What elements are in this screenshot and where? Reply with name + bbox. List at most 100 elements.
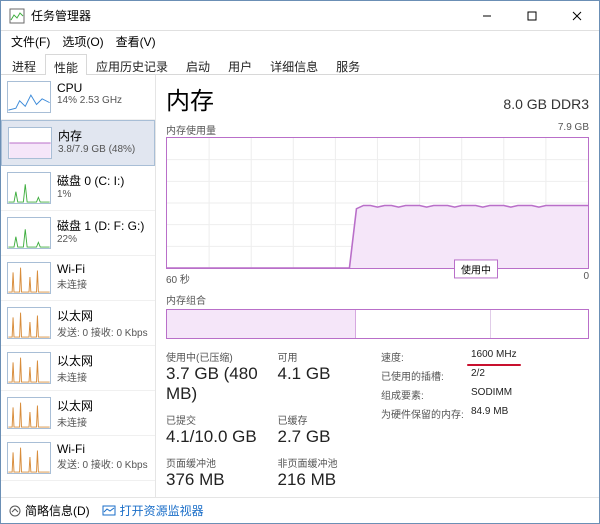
stat-value: 3.7 GB (480 MB) bbox=[166, 364, 270, 404]
tab-2[interactable]: 应用历史记录 bbox=[87, 53, 177, 74]
resource-monitor-label: 打开资源监视器 bbox=[120, 502, 204, 519]
fewer-details-button[interactable]: 简略信息(D) bbox=[9, 502, 90, 519]
tab-3[interactable]: 启动 bbox=[177, 53, 219, 74]
sidebar-item-4[interactable]: Wi-Fi未连接 bbox=[1, 256, 155, 301]
sidebar-item-sub: 未连接 bbox=[57, 414, 149, 429]
close-button[interactable] bbox=[554, 1, 599, 30]
sidebar-item-5[interactable]: 以太网发送: 0 接收: 0 Kbps bbox=[1, 301, 155, 346]
sidebar-thumb bbox=[7, 81, 51, 113]
sidebar-thumb bbox=[7, 307, 51, 339]
sidebar-item-name: 内存 bbox=[58, 127, 148, 144]
stat-row-0: 速度:1600 MHz bbox=[381, 349, 589, 364]
xaxis-left: 60 秒 bbox=[166, 271, 190, 286]
stats-right: 速度:1600 MHz 已使用的插槽:2/2 组成要素:SODIMM 为硬件保留的内存… bbox=[381, 349, 589, 490]
stat-val: 84.9 MB bbox=[471, 406, 508, 421]
window-controls bbox=[464, 1, 599, 30]
stat-label: 可用 bbox=[278, 349, 382, 364]
sidebar-thumb bbox=[7, 442, 51, 474]
main-title-row: 内存 8.0 GB DDR3 bbox=[166, 81, 589, 116]
sidebar-item-sub: 未连接 bbox=[57, 369, 149, 384]
chart-max: 7.9 GB bbox=[558, 122, 589, 137]
stat-row-3: 为硬件保留的内存:84.9 MB bbox=[381, 406, 589, 421]
footer: 简略信息(D) 打开资源监视器 bbox=[1, 497, 599, 523]
tabs: 进程性能应用历史记录启动用户详细信息服务 bbox=[1, 51, 599, 75]
sidebar-item-7[interactable]: 以太网未连接 bbox=[1, 391, 155, 436]
stat-value: 376 MB bbox=[166, 470, 270, 490]
sidebar-thumb bbox=[8, 127, 52, 159]
sidebar-item-8[interactable]: Wi-Fi发送: 0 接收: 0 Kbps bbox=[1, 436, 155, 481]
sidebar-item-name: 以太网 bbox=[57, 397, 149, 414]
memory-spec: 8.0 GB DDR3 bbox=[503, 96, 589, 112]
stat-label: 页面缓冲池 bbox=[166, 455, 270, 470]
menu-view[interactable]: 查看(V) bbox=[112, 32, 160, 51]
open-resource-monitor-link[interactable]: 打开资源监视器 bbox=[102, 502, 204, 519]
sidebar-thumb bbox=[7, 352, 51, 384]
stat-row-2: 组成要素:SODIMM bbox=[381, 387, 589, 402]
tab-6[interactable]: 服务 bbox=[327, 53, 369, 74]
combo-segment-1 bbox=[356, 310, 491, 338]
maximize-button[interactable] bbox=[509, 1, 554, 30]
sidebar-item-1[interactable]: 内存3.8/7.9 GB (48%) bbox=[1, 120, 155, 166]
sidebar-item-sub: 3.8/7.9 GB (48%) bbox=[58, 144, 148, 155]
sidebar-thumb bbox=[7, 262, 51, 294]
tab-4[interactable]: 用户 bbox=[219, 53, 261, 74]
sidebar-item-sub: 1% bbox=[57, 189, 149, 200]
minimize-button[interactable] bbox=[464, 1, 509, 30]
tab-5[interactable]: 详细信息 bbox=[261, 53, 327, 74]
stat-value: 4.1 GB bbox=[278, 364, 382, 384]
stat-label: 非页面缓冲池 bbox=[278, 455, 382, 470]
combo-label: 内存组合 bbox=[166, 292, 589, 307]
sidebar-item-name: Wi-Fi bbox=[57, 262, 149, 276]
stat-key: 速度: bbox=[381, 349, 471, 364]
stats: 使用中(已压缩)3.7 GB (480 MB)可用4.1 GB已提交4.1/10… bbox=[166, 349, 589, 490]
window-title: 任务管理器 bbox=[31, 7, 464, 24]
stat-4: 页面缓冲池376 MB bbox=[166, 455, 270, 490]
stats-left: 使用中(已压缩)3.7 GB (480 MB)可用4.1 GB已提交4.1/10… bbox=[166, 349, 381, 490]
sidebar-item-0[interactable]: CPU14% 2.53 GHz bbox=[1, 75, 155, 120]
tab-0[interactable]: 进程 bbox=[3, 53, 45, 74]
stat-label: 使用中(已压缩) bbox=[166, 349, 270, 364]
main-title: 内存 bbox=[166, 81, 503, 116]
sidebar-thumb bbox=[7, 217, 51, 249]
stat-value: 4.1/10.0 GB bbox=[166, 427, 270, 447]
sidebar-item-name: 以太网 bbox=[57, 307, 149, 324]
stat-key: 已使用的插槽: bbox=[381, 368, 471, 383]
stat-3: 已缓存2.7 GB bbox=[278, 412, 382, 447]
chevron-up-icon bbox=[9, 505, 21, 517]
sidebar-item-sub: 未连接 bbox=[57, 276, 149, 291]
sidebar-item-3[interactable]: 磁盘 1 (D: F: G:)22% bbox=[1, 211, 155, 256]
sidebar-item-name: Wi-Fi bbox=[57, 442, 149, 456]
sidebar-item-sub: 14% 2.53 GHz bbox=[57, 95, 149, 106]
sidebar-item-2[interactable]: 磁盘 0 (C: I:)1% bbox=[1, 166, 155, 211]
menu-file[interactable]: 文件(F) bbox=[7, 32, 54, 51]
stat-value: 2.7 GB bbox=[278, 427, 382, 447]
memory-chart[interactable]: 使用中 bbox=[166, 137, 589, 269]
task-manager-window: 任务管理器 文件(F) 选项(O) 查看(V) 进程性能应用历史记录启动用户详细… bbox=[0, 0, 600, 524]
stat-value: 216 MB bbox=[278, 470, 382, 490]
stat-key: 组成要素: bbox=[381, 387, 471, 402]
app-icon bbox=[9, 8, 25, 24]
stat-1: 可用4.1 GB bbox=[278, 349, 382, 404]
combo-segment-0 bbox=[167, 310, 356, 338]
stat-val: 1600 MHz bbox=[471, 349, 517, 364]
stat-key: 为硬件保留的内存: bbox=[381, 406, 471, 421]
stat-row-1: 已使用的插槽:2/2 bbox=[381, 368, 589, 383]
sidebar-item-6[interactable]: 以太网未连接 bbox=[1, 346, 155, 391]
sidebar-thumb bbox=[7, 172, 51, 204]
content: CPU14% 2.53 GHz内存3.8/7.9 GB (48%)磁盘 0 (C… bbox=[1, 75, 599, 497]
tab-1[interactable]: 性能 bbox=[45, 54, 87, 75]
combo-segment-2 bbox=[491, 310, 588, 338]
sidebar-item-name: 磁盘 0 (C: I:) bbox=[57, 172, 149, 189]
stat-label: 已提交 bbox=[166, 412, 270, 427]
monitor-icon bbox=[102, 504, 116, 518]
chart-label-row: 内存使用量 7.9 GB bbox=[166, 122, 589, 137]
memory-composition[interactable] bbox=[166, 309, 589, 339]
stat-2: 已提交4.1/10.0 GB bbox=[166, 412, 270, 447]
main-panel: 内存 8.0 GB DDR3 内存使用量 7.9 GB 使用中 60 秒 0 内… bbox=[156, 75, 599, 497]
chart-label: 内存使用量 bbox=[166, 122, 216, 137]
sidebar-item-sub: 发送: 0 接收: 0 Kbps bbox=[57, 456, 149, 471]
menu-options[interactable]: 选项(O) bbox=[58, 32, 107, 51]
stat-5: 非页面缓冲池216 MB bbox=[278, 455, 382, 490]
chart-xaxis: 60 秒 0 bbox=[166, 271, 589, 286]
sidebar-item-name: CPU bbox=[57, 81, 149, 95]
